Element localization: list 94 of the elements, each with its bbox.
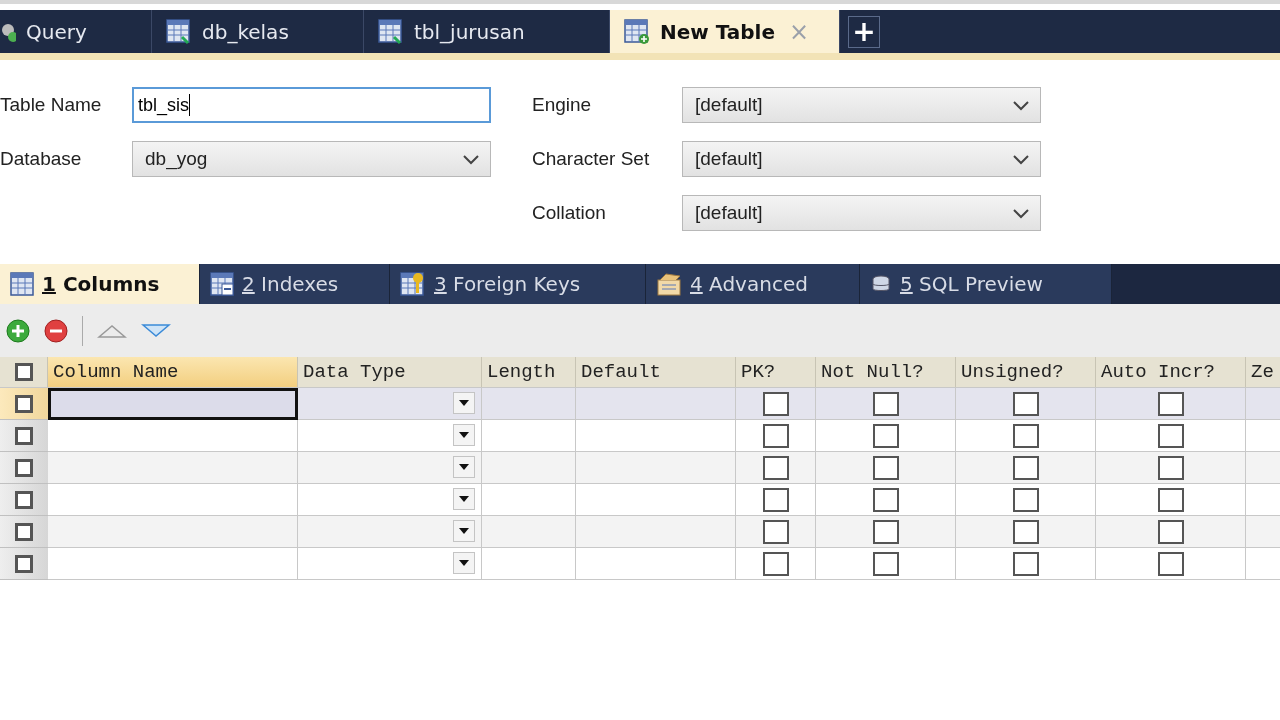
field-label: Engine (532, 94, 593, 116)
checkbox[interactable] (1157, 487, 1184, 512)
checkbox[interactable] (762, 519, 789, 544)
column-header[interactable]: Length (482, 357, 576, 387)
checkbox[interactable] (762, 391, 789, 416)
section-tab[interactable]: 2 Indexes (200, 264, 390, 304)
checkbox[interactable] (15, 554, 33, 573)
checkbox[interactable] (872, 551, 899, 576)
caret-icon (459, 528, 469, 534)
dropdown-button[interactable] (453, 456, 475, 478)
add-button[interactable] (6, 318, 30, 343)
field-label: Table Name (0, 94, 103, 116)
minus-icon (44, 318, 68, 343)
checkbox[interactable] (1012, 551, 1039, 576)
table-icon (10, 272, 34, 296)
column-header[interactable]: Default (576, 357, 736, 387)
caret-icon (459, 560, 469, 566)
field-label: Collation (532, 202, 607, 224)
chevron-down-icon (1012, 153, 1030, 165)
dropdown[interactable]: [default] (682, 87, 1041, 123)
move-down-button[interactable] (141, 322, 171, 339)
table-add-icon (624, 18, 650, 45)
column-header[interactable]: Ze (1246, 357, 1280, 387)
checkbox[interactable] (1012, 423, 1039, 448)
triangle-up-icon (97, 322, 127, 339)
column-header[interactable]: Auto Incr? (1096, 357, 1246, 387)
row-header[interactable] (0, 388, 48, 420)
section-tab[interactable]: 4 Advanced (646, 264, 860, 304)
checkbox[interactable] (762, 455, 789, 480)
field-label: Character Set (532, 148, 651, 170)
section-tab[interactable]: 5 SQL Preview (860, 264, 1112, 304)
dropdown[interactable]: [default] (682, 141, 1041, 177)
column-header[interactable]: Not Null? (816, 357, 956, 387)
caret-icon (459, 432, 469, 438)
column-header[interactable]: Column Name (48, 357, 298, 387)
box-icon (656, 272, 682, 296)
dropdown-button[interactable] (453, 520, 475, 542)
checkbox[interactable] (872, 487, 899, 512)
checkbox[interactable] (15, 394, 33, 413)
new-tab-button[interactable]: + (848, 16, 880, 48)
row-header[interactable] (0, 516, 48, 548)
table-cell[interactable] (48, 388, 298, 420)
chevron-down-icon (1012, 207, 1030, 219)
table-index-icon (210, 272, 234, 296)
dropdown-button[interactable] (453, 424, 475, 446)
caret-icon (459, 464, 469, 470)
row-header[interactable] (0, 548, 48, 580)
table-key-icon (400, 272, 426, 296)
checkbox[interactable] (872, 423, 899, 448)
field-label: Database (0, 148, 83, 170)
remove-button[interactable] (44, 318, 68, 343)
checkbox[interactable] (1157, 519, 1184, 544)
caret-icon (459, 496, 469, 502)
editor-tab[interactable]: New Table × (610, 10, 840, 53)
section-tab[interactable]: 3 Foreign Keys (390, 264, 646, 304)
column-header[interactable]: PK? (736, 357, 816, 387)
table-icon (166, 18, 192, 45)
column-header[interactable]: Data Type (298, 357, 482, 387)
checkbox[interactable] (1012, 391, 1039, 416)
chevron-down-icon (1012, 99, 1030, 111)
checkbox[interactable] (15, 426, 33, 445)
checkbox[interactable] (762, 423, 789, 448)
row-header[interactable] (0, 452, 48, 484)
triangle-down-icon (141, 322, 171, 339)
checkbox[interactable] (1157, 551, 1184, 576)
checkbox[interactable] (1012, 487, 1039, 512)
checkbox[interactable] (1157, 391, 1184, 416)
checkbox[interactable] (15, 458, 33, 477)
checkbox[interactable] (872, 455, 899, 480)
table-icon (378, 18, 404, 45)
chevron-down-icon (462, 153, 480, 165)
checkbox[interactable] (1012, 519, 1039, 544)
plus-icon (6, 318, 30, 343)
dropdown[interactable]: db_yog (132, 141, 491, 177)
column-header[interactable]: Unsigned? (956, 357, 1096, 387)
section-tab[interactable]: 1 Columns (0, 264, 200, 304)
row-header[interactable] (0, 420, 48, 452)
checkbox[interactable] (762, 487, 789, 512)
row-header[interactable] (0, 484, 48, 516)
checkbox[interactable] (1157, 455, 1184, 480)
checkbox[interactable] (1012, 455, 1039, 480)
caret-icon (459, 400, 469, 406)
text-field[interactable]: tbl_sis (132, 87, 491, 123)
checkbox[interactable] (14, 363, 33, 381)
dropdown[interactable]: [default] (682, 195, 1041, 231)
checkbox[interactable] (872, 519, 899, 544)
dropdown-button[interactable] (453, 488, 475, 510)
checkbox[interactable] (15, 522, 33, 541)
checkbox[interactable] (872, 391, 899, 416)
dropdown-button[interactable] (453, 552, 475, 574)
dropdown-button[interactable] (453, 392, 475, 414)
checkbox[interactable] (1157, 423, 1184, 448)
checkbox[interactable] (762, 551, 789, 576)
checkbox[interactable] (15, 490, 33, 509)
